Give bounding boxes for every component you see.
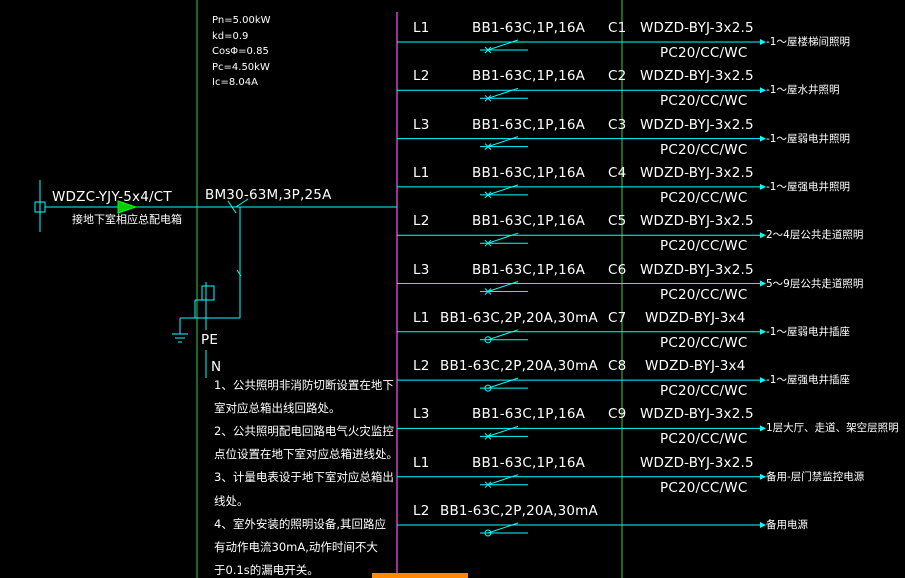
circuit-load: -1～屋弱电井插座 bbox=[766, 325, 850, 338]
circuit-conduit: PC20/CC/WC bbox=[660, 189, 748, 206]
circuit-phase: L3 bbox=[413, 406, 430, 423]
circuit-load: 2～4层公共走道照明 bbox=[766, 229, 864, 242]
circuit-cable: WDZD-BYJ-3x2.5 bbox=[640, 261, 754, 278]
note-line: 于0.1s的漏电开关。 bbox=[214, 562, 319, 577]
circuit-phase: L1 bbox=[413, 20, 430, 36]
panel-param: Pc=4.50kW bbox=[212, 61, 270, 73]
circuit-id: C4 bbox=[608, 164, 627, 181]
circuit-cable: WDZD-BYJ-3x2.5 bbox=[640, 213, 754, 230]
note-line: 1、公共照明非消防切断设置在地下 bbox=[214, 378, 394, 392]
circuit-id: C6 bbox=[608, 261, 627, 278]
circuit-breaker-label: BB1-63C,1P,16A bbox=[472, 164, 586, 181]
bottom-accent-bar bbox=[372, 573, 468, 578]
circuit-load: 1层大厅、走道、架空层照明 bbox=[766, 422, 899, 435]
circuit-cable: WDZD-BYJ-3x4 bbox=[645, 358, 746, 375]
circuit-breaker-label: BB1-63C,2P,20A,30mA bbox=[440, 358, 598, 375]
circuit-breaker-label: BB1-63C,1P,16A bbox=[472, 454, 586, 471]
circuit-conduit: PC20/CC/WC bbox=[660, 238, 748, 255]
note-line: 点位设置在地下室对应总箱进线处。 bbox=[214, 447, 398, 462]
circuit-cable: WDZD-BYJ-3x2.5 bbox=[640, 406, 754, 423]
circuit-phase: L3 bbox=[413, 116, 430, 133]
pe-label: PE bbox=[201, 332, 219, 348]
circuit-conduit: PC20/CC/WC bbox=[660, 141, 748, 158]
note-line: 4、室外安装的照明设备,其回路应 bbox=[214, 516, 386, 531]
panel-param: Pn=5.00kW bbox=[212, 15, 271, 26]
circuit-phase: L3 bbox=[413, 261, 430, 278]
circuit-phase: L2 bbox=[413, 358, 430, 375]
circuit-breaker-label: BB1-63C,1P,16A bbox=[472, 116, 586, 133]
circuit-breaker-label: BB1-63C,1P,16A bbox=[472, 261, 586, 278]
note-line: 有动作电流30mA,动作时间不大 bbox=[214, 539, 378, 554]
circuit-load: -1～屋水井照明 bbox=[766, 84, 840, 97]
circuit-breaker-label: BB1-63C,1P,16A bbox=[472, 213, 586, 230]
circuit-cable: WDZD-BYJ-3x2.5 bbox=[640, 454, 754, 471]
circuit-conduit: PC20/CC/WC bbox=[660, 479, 748, 496]
circuit-breaker-label: BB1-63C,1P,16A bbox=[472, 68, 586, 85]
circuit-phase: L1 bbox=[413, 454, 430, 471]
circuit-phase: L1 bbox=[413, 309, 430, 326]
circuit-conduit: PC20/CC/WC bbox=[660, 286, 748, 303]
circuit-id: C3 bbox=[608, 116, 627, 133]
n-label: N bbox=[211, 359, 222, 375]
circuit-load: -1～屋强电井照明 bbox=[766, 180, 850, 193]
circuit-id: C1 bbox=[608, 20, 627, 36]
note-line: 线处。 bbox=[214, 493, 249, 508]
circuit-id: C9 bbox=[608, 406, 627, 423]
spd-box bbox=[201, 285, 215, 301]
circuit-load: 5～9层公共走道照明 bbox=[766, 277, 864, 290]
circuit-conduit: PC20/CC/WC bbox=[660, 383, 748, 400]
circuit-id: C5 bbox=[608, 213, 627, 230]
incoming-cable-label: WDZC-YJY-5x4/CT bbox=[52, 189, 172, 205]
circuit-cable: WDZD-BYJ-3x2.5 bbox=[640, 68, 754, 85]
note-line: 3、计量电表设于地下室对应总箱出 bbox=[214, 470, 394, 485]
panel-param: kd=0.9 bbox=[212, 30, 249, 42]
circuit-conduit: PC20/CC/WC bbox=[660, 93, 748, 110]
circuit-breaker-label: BB1-63C,2P,20A,30mA bbox=[440, 309, 598, 326]
circuit-id: C2 bbox=[608, 68, 627, 85]
circuit-cable: WDZD-BYJ-3x2.5 bbox=[640, 116, 754, 133]
circuit-breaker-label: BB1-63C,1P,16A bbox=[472, 406, 586, 423]
circuit-load: -1～屋楼梯间照明 bbox=[766, 36, 850, 48]
circuit-phase: L2 bbox=[413, 68, 430, 85]
circuit-load: 备用-层门禁监控电源 bbox=[766, 470, 865, 483]
circuit-conduit: PC20/CC/WC bbox=[660, 334, 748, 351]
circuit-phase: L2 bbox=[413, 503, 430, 519]
circuit-breaker-label: BB1-63C,2P,20A,30mA bbox=[440, 503, 598, 519]
circuit-breaker-label: BB1-63C,1P,16A bbox=[472, 20, 586, 36]
circuit-conduit: PC20/CC/WC bbox=[660, 431, 748, 448]
circuit-cable: WDZD-BYJ-3x2.5 bbox=[640, 164, 754, 181]
circuit-id: C8 bbox=[608, 358, 627, 375]
circuit-phase: L1 bbox=[413, 164, 430, 181]
incoming-breaker-label: BM30-63M,3P,25A bbox=[205, 187, 332, 203]
circuit-phase: L2 bbox=[413, 213, 430, 230]
panel-param: Ic=8.04A bbox=[212, 77, 258, 89]
note-line: 室对应总箱出线回路处。 bbox=[214, 401, 341, 416]
panel-param: CosΦ=0.85 bbox=[212, 46, 269, 58]
circuit-id: C7 bbox=[608, 309, 627, 326]
circuit-cable: WDZD-BYJ-3x4 bbox=[645, 309, 746, 326]
circuit-load: 备用电源 bbox=[766, 519, 808, 531]
circuit-cable: WDZD-BYJ-3x2.5 bbox=[640, 20, 754, 36]
circuit-load: -1～屋强电井插座 bbox=[766, 374, 850, 387]
note-line: 2、公共照明配电回路电气火灾监控 bbox=[214, 424, 394, 439]
circuit-conduit: PC20/CC/WC bbox=[660, 45, 748, 61]
incoming-desc-label: 接地下室相应总配电箱 bbox=[72, 213, 182, 226]
circuit-load: -1～屋弱电井照明 bbox=[766, 132, 850, 145]
